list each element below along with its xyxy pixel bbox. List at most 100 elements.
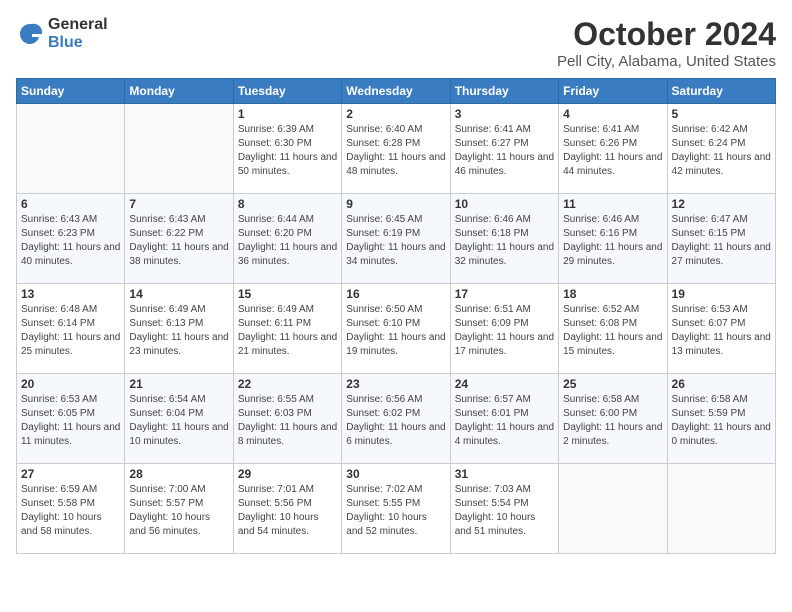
calendar-cell: 27 Sunrise: 6:59 AM Sunset: 5:58 PM Dayli… <box>17 464 125 554</box>
location-text: Pell City, Alabama, United States <box>557 53 776 70</box>
day-number: 21 <box>129 377 228 391</box>
day-details: Sunrise: 7:00 AM Sunset: 5:57 PM Dayligh… <box>129 483 228 539</box>
calendar-cell: 4Sunrise: 6:41 AM Sunset: 6:26 PM Daylig… <box>559 104 667 194</box>
day-number: 4 <box>563 107 662 121</box>
day-details: Sunrise: 6:47 AM Sunset: 6:15 PM Dayligh… <box>672 213 771 269</box>
day-number: 14 <box>129 287 228 301</box>
month-title: October 2024 <box>557 16 776 53</box>
calendar-week-row: 1 Sunrise: 6:39 AM Sunset: 6:30 PM Daylig… <box>17 104 776 194</box>
day-details: Sunrise: 6:45 AM Sunset: 6:19 PM Dayligh… <box>346 213 445 269</box>
day-number: 22 <box>238 377 337 391</box>
calendar-cell <box>125 104 233 194</box>
page-header: General Blue October 2024 Pell City, Ala… <box>16 16 776 70</box>
day-details: Sunrise: 6:57 AM Sunset: 6:01 PM Dayligh… <box>455 393 554 449</box>
day-number: 26 <box>672 377 771 391</box>
day-details: Sunrise: 6:54 AM Sunset: 6:04 PM Dayligh… <box>129 393 228 449</box>
day-details: Sunrise: 6:56 AM Sunset: 6:02 PM Dayligh… <box>346 393 445 449</box>
calendar-cell: 24 Sunrise: 6:57 AM Sunset: 6:01 PM Dayli… <box>450 374 558 464</box>
day-number: 18 <box>563 287 662 301</box>
day-number: 6 <box>21 197 120 211</box>
logo-blue-text: Blue <box>48 34 108 52</box>
calendar-cell: 1 Sunrise: 6:39 AM Sunset: 6:30 PM Daylig… <box>233 104 341 194</box>
day-details: Sunrise: 6:44 AM Sunset: 6:20 PM Dayligh… <box>238 213 337 269</box>
calendar-cell: 26 Sunrise: 6:58 AM Sunset: 5:59 PM Dayli… <box>667 374 775 464</box>
calendar-cell: 6 Sunrise: 6:43 AM Sunset: 6:23 PM Daylig… <box>17 194 125 284</box>
calendar-table: SundayMondayTuesdayWednesdayThursdayFrid… <box>16 78 776 554</box>
day-of-week-header: Saturday <box>667 79 775 104</box>
calendar-cell: 10 Sunrise: 6:46 AM Sunset: 6:18 PM Dayli… <box>450 194 558 284</box>
calendar-cell <box>17 104 125 194</box>
day-number: 25 <box>563 377 662 391</box>
day-details: Sunrise: 6:49 AM Sunset: 6:13 PM Dayligh… <box>129 303 228 359</box>
calendar-cell: 30Sunrise: 7:02 AM Sunset: 5:55 PM Dayli… <box>342 464 450 554</box>
day-number: 11 <box>563 197 662 211</box>
day-details: Sunrise: 6:39 AM Sunset: 6:30 PM Dayligh… <box>238 123 337 179</box>
calendar-week-row: 13Sunrise: 6:48 AM Sunset: 6:14 PM Dayli… <box>17 284 776 374</box>
day-details: Sunrise: 6:46 AM Sunset: 6:16 PM Dayligh… <box>563 213 662 269</box>
day-details: Sunrise: 6:53 AM Sunset: 6:07 PM Dayligh… <box>672 303 771 359</box>
day-of-week-header: Wednesday <box>342 79 450 104</box>
day-number: 20 <box>21 377 120 391</box>
calendar-cell: 9Sunrise: 6:45 AM Sunset: 6:19 PM Daylig… <box>342 194 450 284</box>
day-details: Sunrise: 6:59 AM Sunset: 5:58 PM Dayligh… <box>21 483 120 539</box>
day-details: Sunrise: 6:58 AM Sunset: 6:00 PM Dayligh… <box>563 393 662 449</box>
day-details: Sunrise: 6:43 AM Sunset: 6:22 PM Dayligh… <box>129 213 228 269</box>
calendar-body: 1 Sunrise: 6:39 AM Sunset: 6:30 PM Daylig… <box>17 104 776 554</box>
day-number: 17 <box>455 287 554 301</box>
day-number: 10 <box>455 197 554 211</box>
calendar-cell: 12 Sunrise: 6:47 AM Sunset: 6:15 PM Dayli… <box>667 194 775 284</box>
day-details: Sunrise: 6:42 AM Sunset: 6:24 PM Dayligh… <box>672 123 771 179</box>
calendar-cell: 14 Sunrise: 6:49 AM Sunset: 6:13 PM Dayli… <box>125 284 233 374</box>
day-number: 28 <box>129 467 228 481</box>
calendar-cell: 7 Sunrise: 6:43 AM Sunset: 6:22 PM Daylig… <box>125 194 233 284</box>
day-number: 13 <box>21 287 120 301</box>
day-details: Sunrise: 7:03 AM Sunset: 5:54 PM Dayligh… <box>455 483 554 539</box>
day-details: Sunrise: 7:02 AM Sunset: 5:55 PM Dayligh… <box>346 483 445 539</box>
day-details: Sunrise: 6:46 AM Sunset: 6:18 PM Dayligh… <box>455 213 554 269</box>
calendar-cell: 13Sunrise: 6:48 AM Sunset: 6:14 PM Dayli… <box>17 284 125 374</box>
calendar-cell <box>667 464 775 554</box>
day-details: Sunrise: 6:58 AM Sunset: 5:59 PM Dayligh… <box>672 393 771 449</box>
day-number: 7 <box>129 197 228 211</box>
day-of-week-header: Monday <box>125 79 233 104</box>
day-number: 31 <box>455 467 554 481</box>
calendar-cell: 11 Sunrise: 6:46 AM Sunset: 6:16 PM Dayli… <box>559 194 667 284</box>
calendar-cell: 21 Sunrise: 6:54 AM Sunset: 6:04 PM Dayli… <box>125 374 233 464</box>
logo-icon <box>16 20 44 48</box>
calendar-header: SundayMondayTuesdayWednesdayThursdayFrid… <box>17 79 776 104</box>
day-number: 23 <box>346 377 445 391</box>
day-details: Sunrise: 6:49 AM Sunset: 6:11 PM Dayligh… <box>238 303 337 359</box>
day-details: Sunrise: 6:52 AM Sunset: 6:08 PM Dayligh… <box>563 303 662 359</box>
day-details: Sunrise: 6:55 AM Sunset: 6:03 PM Dayligh… <box>238 393 337 449</box>
day-details: Sunrise: 6:50 AM Sunset: 6:10 PM Dayligh… <box>346 303 445 359</box>
calendar-cell: 22 Sunrise: 6:55 AM Sunset: 6:03 PM Dayli… <box>233 374 341 464</box>
calendar-cell: 3Sunrise: 6:41 AM Sunset: 6:27 PM Daylig… <box>450 104 558 194</box>
logo: General Blue <box>16 16 108 51</box>
day-of-week-header: Sunday <box>17 79 125 104</box>
calendar-cell: 17 Sunrise: 6:51 AM Sunset: 6:09 PM Dayli… <box>450 284 558 374</box>
day-number: 16 <box>346 287 445 301</box>
day-details: Sunrise: 7:01 AM Sunset: 5:56 PM Dayligh… <box>238 483 337 539</box>
calendar-cell: 8 Sunrise: 6:44 AM Sunset: 6:20 PM Daylig… <box>233 194 341 284</box>
day-number: 8 <box>238 197 337 211</box>
day-number: 19 <box>672 287 771 301</box>
calendar-cell: 18 Sunrise: 6:52 AM Sunset: 6:08 PM Dayli… <box>559 284 667 374</box>
calendar-cell: 16 Sunrise: 6:50 AM Sunset: 6:10 PM Dayli… <box>342 284 450 374</box>
day-of-week-header: Tuesday <box>233 79 341 104</box>
day-number: 24 <box>455 377 554 391</box>
day-details: Sunrise: 6:53 AM Sunset: 6:05 PM Dayligh… <box>21 393 120 449</box>
calendar-cell: 28 Sunrise: 7:00 AM Sunset: 5:57 PM Dayli… <box>125 464 233 554</box>
day-details: Sunrise: 6:51 AM Sunset: 6:09 PM Dayligh… <box>455 303 554 359</box>
calendar-week-row: 20 Sunrise: 6:53 AM Sunset: 6:05 PM Dayli… <box>17 374 776 464</box>
day-of-week-header: Friday <box>559 79 667 104</box>
calendar-week-row: 27 Sunrise: 6:59 AM Sunset: 5:58 PM Dayli… <box>17 464 776 554</box>
day-details: Sunrise: 6:40 AM Sunset: 6:28 PM Dayligh… <box>346 123 445 179</box>
header-row: SundayMondayTuesdayWednesdayThursdayFrid… <box>17 79 776 104</box>
day-number: 2 <box>346 107 445 121</box>
day-number: 5 <box>672 107 771 121</box>
day-details: Sunrise: 6:43 AM Sunset: 6:23 PM Dayligh… <box>21 213 120 269</box>
day-number: 12 <box>672 197 771 211</box>
day-number: 27 <box>21 467 120 481</box>
day-number: 1 <box>238 107 337 121</box>
title-block: October 2024 Pell City, Alabama, United … <box>557 16 776 70</box>
